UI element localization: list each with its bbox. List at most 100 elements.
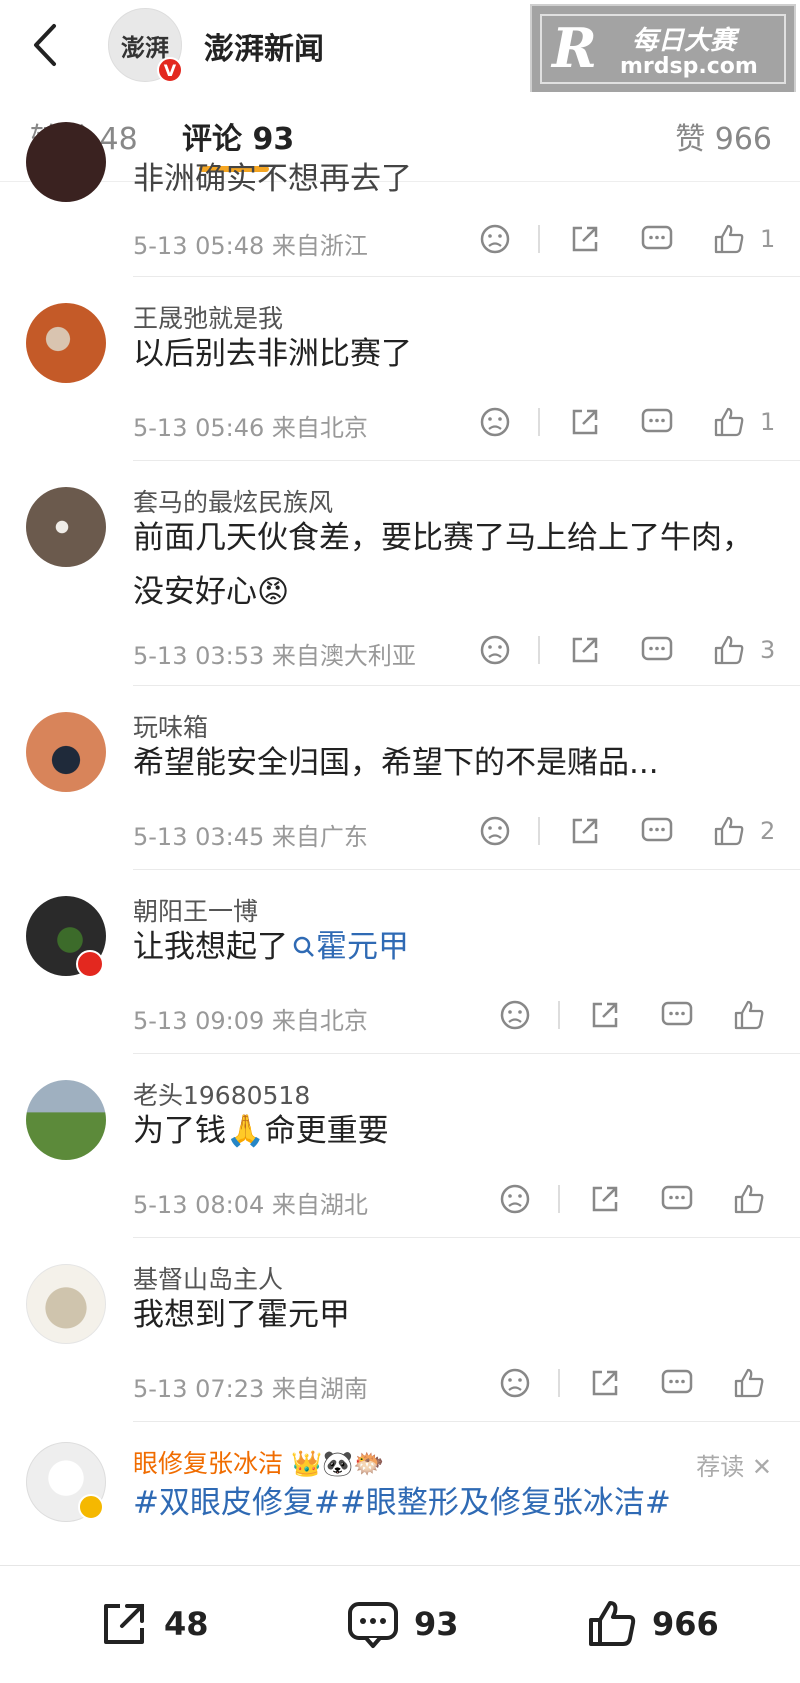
separator [538,408,540,436]
dislike-icon[interactable] [498,1366,532,1400]
avatar[interactable] [26,487,106,567]
comment-meta: 5-13 08:04 来自湖北 [133,1191,368,1219]
comment-text: 以后别去非洲比赛了 [133,336,412,372]
share-icon[interactable] [588,1366,622,1400]
dislike-icon[interactable] [478,222,512,256]
comment-button[interactable]: 93 [346,1596,459,1652]
reply-icon[interactable] [640,222,674,256]
separator [558,1001,560,1029]
comment-meta: 5-13 09:09 来自北京 [133,1007,368,1035]
comment-item: 非洲确实不想再去了 5-13 05:48 来自浙江 1 [0,122,800,277]
dislike-icon[interactable] [478,405,512,439]
like-icon[interactable] [732,1366,766,1400]
comment-text: 为了钱🙏命更重要 [133,1113,389,1149]
watermark-url: mrdsp.com [620,54,758,79]
like-icon[interactable] [732,1182,766,1216]
share-icon[interactable] [568,222,602,256]
share-icon[interactable] [568,405,602,439]
separator [538,636,540,664]
avatar[interactable] [26,712,106,792]
reply-icon[interactable] [640,814,674,848]
verified-badge [78,1494,104,1520]
comment-meta: 5-13 03:53 来自澳大利亚 [133,642,416,670]
dislike-icon[interactable] [478,814,512,848]
comment-text: 希望能安全归国，希望下的不是赌品... [133,745,659,781]
comment-item: 套马的最炫民族风 前面几天伙食差，要比赛了马上给上了牛肉， 没安好心😡 5-13… [0,461,800,686]
reply-icon[interactable] [640,405,674,439]
bottom-action-bar: 48 93 966 [0,1565,800,1683]
like-icon[interactable] [712,814,746,848]
reply-icon[interactable] [660,998,694,1032]
comment-count: 93 [414,1605,459,1643]
reply-icon[interactable] [640,633,674,667]
recommend-tag[interactable]: 荐读 ✕ [696,1447,772,1482]
promo-hashtags[interactable]: #双眼皮修复##眼整形及修复张冰洁# [133,1476,773,1530]
reply-icon[interactable] [660,1182,694,1216]
like-icon[interactable] [712,405,746,439]
like-icon[interactable] [712,222,746,256]
comment-text: 我想到了霍元甲 [133,1297,350,1333]
watermark-cn: 每日大赛 [632,26,737,56]
promo-username[interactable]: 眼修复张冰洁 👑🐼🐡 [133,1444,384,1480]
like-count: 1 [760,408,776,436]
share-icon[interactable] [568,633,602,667]
separator [538,817,540,845]
search-icon [293,936,314,957]
like-icon[interactable] [732,998,766,1032]
channel-name[interactable]: 澎湃新闻 [204,24,324,68]
comment-text: 非洲确实不想再去了 [133,161,412,197]
like-button[interactable]: 966 [586,1596,719,1652]
topic-link-text: 霍元甲 [316,929,409,965]
comment-actions: 2 [476,814,776,854]
comment-item: 老头19680518 为了钱🙏命更重要 5-13 08:04 来自湖北 [0,1054,800,1238]
comment-actions [496,1182,776,1222]
avatar[interactable] [26,1264,106,1344]
verified-badge: V [157,57,183,83]
repost-button[interactable]: 48 [98,1596,209,1652]
dislike-icon[interactable] [498,1182,532,1216]
channel-avatar[interactable]: 澎湃 V [108,8,183,83]
share-icon[interactable] [588,1182,622,1216]
like-count: 1 [760,225,776,253]
top-bar: 澎湃 V 澎湃新闻 R 每日大赛 mrdsp.com [0,0,800,94]
avatar[interactable] [26,1080,106,1160]
like-count: 2 [760,817,776,845]
share-icon[interactable] [568,814,602,848]
reply-icon[interactable] [660,1366,694,1400]
share-icon[interactable] [588,998,622,1032]
comment-text-line2: 没安好心😡 [133,574,290,610]
comment-item: 朝阳王一博 让我想起了 霍元甲 5-13 09:09 来自北京 [0,870,800,1054]
thumbs-up-icon [589,1601,636,1646]
back-button[interactable] [26,22,66,68]
watermark-logo: R [552,16,597,80]
comment-text: 让我想起了 [133,929,288,965]
comment-item: 基督山岛主人 我想到了霍元甲 5-13 07:23 来自湖南 [0,1238,800,1422]
comment-meta: 5-13 05:48 来自浙江 [133,232,368,260]
comment-actions [496,998,776,1038]
like-icon[interactable] [712,633,746,667]
repost-count: 48 [164,1605,209,1643]
separator [558,1369,560,1397]
comment-actions [496,1366,776,1406]
avatar[interactable] [26,303,106,383]
share-icon [104,1604,144,1644]
like-count: 3 [760,636,776,664]
dislike-icon[interactable] [498,998,532,1032]
watermark: R 每日大赛 mrdsp.com [530,4,796,94]
comment-actions: 3 [476,633,776,673]
topic-search-link[interactable]: 霍元甲 [288,929,409,965]
comment-meta: 5-13 03:45 来自广东 [133,823,368,851]
comment-actions: 1 [476,222,776,262]
separator [538,225,540,253]
comment-icon [348,1602,398,1648]
comment-text: 前面几天伙食差，要比赛了马上给上了牛肉， [133,520,753,556]
chevron-left-icon [34,24,56,66]
comment-actions: 1 [476,405,776,445]
logo-text: 澎湃 [121,33,169,62]
avatar[interactable] [26,122,106,202]
like-count: 966 [652,1605,719,1643]
separator [558,1185,560,1213]
dislike-icon[interactable] [478,633,512,667]
comment-meta: 5-13 07:23 来自湖南 [133,1375,368,1403]
comment-item: 王晟弛就是我 以后别去非洲比赛了 5-13 05:46 来自北京 1 [0,277,800,461]
